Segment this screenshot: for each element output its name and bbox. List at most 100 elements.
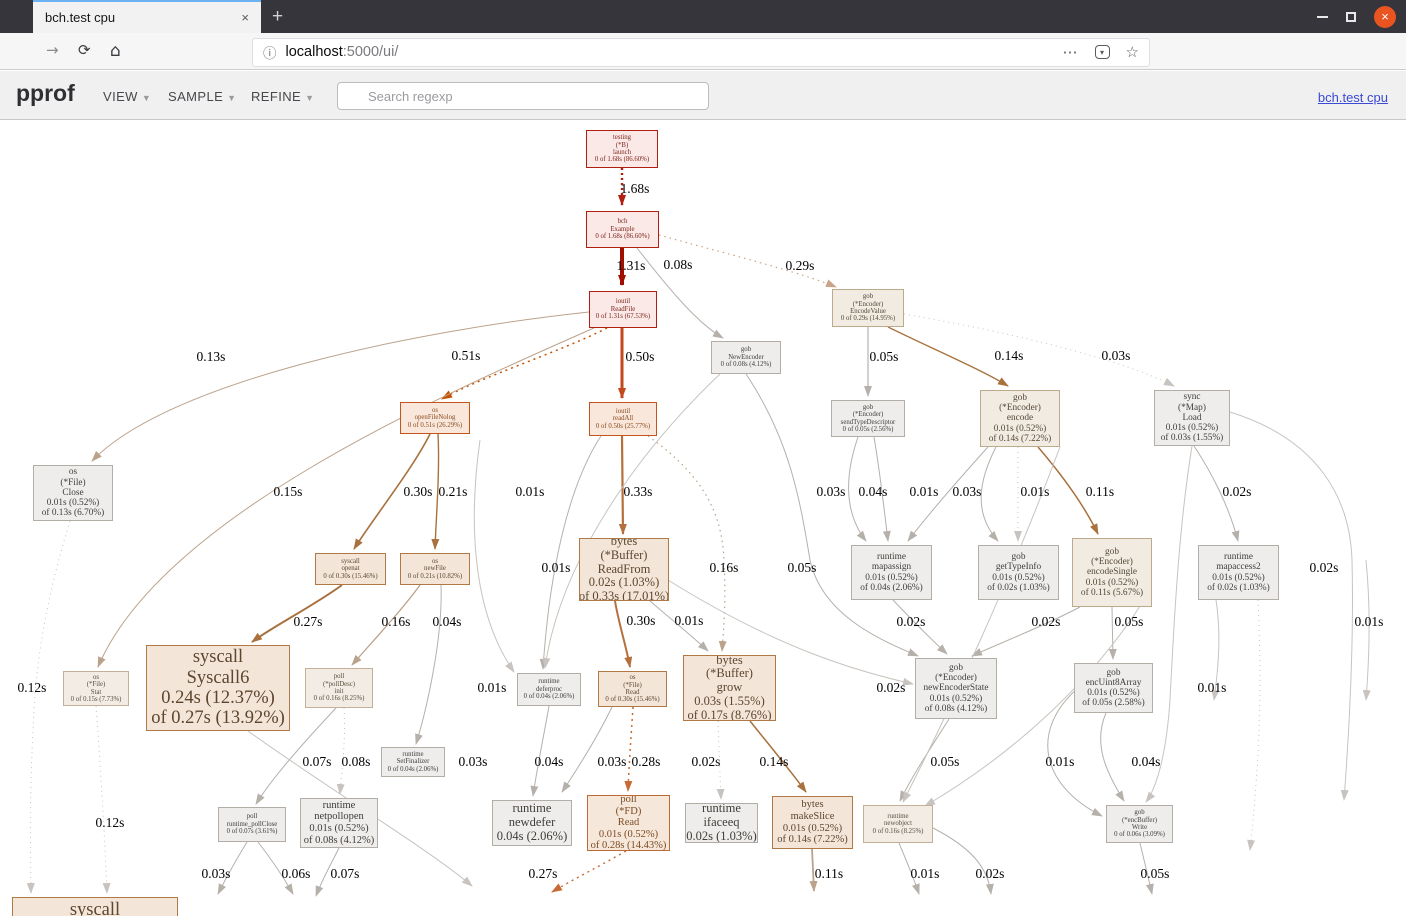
node-runtime-mapaccess2[interactable]: runtime mapaccess2 0.01s (0.52%) of 0.02s (… xyxy=(1198,545,1279,600)
node-poll-polldesc-init[interactable]: poll (*pollDesc) init 0 of 0.16s (8.25%) xyxy=(305,668,373,708)
node-text-line: Write xyxy=(1131,824,1148,831)
node-text-line: (*Encoder) xyxy=(935,673,977,684)
node-runtime-deferproc[interactable]: runtime deferproc 0 of 0.04s (2.06%) xyxy=(517,673,581,706)
node-os-newfile[interactable]: os newFile 0 of 0.21s (10.82%) xyxy=(400,553,470,585)
new-tab-button[interactable]: + xyxy=(272,4,283,30)
edge-label: 0.07s xyxy=(302,754,332,769)
url-bar[interactable]: ⓘ localhost :5000/ui/ ⋯ ▾ ☆ xyxy=(252,37,1150,67)
node-text-line: 0.01s (0.52%) xyxy=(929,693,983,704)
node-runtime-mapassign[interactable]: runtime mapassign 0.01s (0.52%) of 0.04s (2… xyxy=(851,545,932,600)
node-testing-launch[interactable]: testing (*B) launch 0 of 1.68s (86.60%) xyxy=(586,130,658,168)
node-text-line: poll xyxy=(246,813,258,821)
node-text-line: encodeSingle xyxy=(1086,567,1138,578)
node-text-line: 0.01s (0.52%) xyxy=(46,498,100,509)
edge-label: 0.11s xyxy=(814,866,844,881)
graph-edge xyxy=(1108,606,1117,660)
pocket-icon[interactable]: ▾ xyxy=(1094,45,1110,59)
node-text-line: gob xyxy=(1013,392,1027,403)
node-text-line: runtime xyxy=(887,812,909,820)
edge-label: 0.03s xyxy=(952,484,982,499)
node-text-line: (*Encoder) xyxy=(852,300,884,308)
home-icon[interactable]: ⌂ xyxy=(110,41,121,61)
url-path: :5000/ui/ xyxy=(342,44,399,60)
node-text-line: sync xyxy=(1183,392,1201,403)
window-close-icon[interactable]: × xyxy=(1374,5,1396,28)
node-text-line: 0 of 0.06s (3.09%) xyxy=(1114,831,1165,839)
node-os-file-close[interactable]: os (*File) Close 0.01s (0.52%) of 0.13s (6.7… xyxy=(33,465,113,521)
search-input[interactable] xyxy=(337,82,709,110)
node-text-line: of 0.02s (1.03%) xyxy=(987,582,1050,593)
node-gob-encodesingle[interactable]: gob (*Encoder) encodeSingle 0.01s (0.52%) of… xyxy=(1072,538,1152,607)
page-actions-icon[interactable]: ⋯ xyxy=(1063,43,1079,61)
edge-label: 0.01s xyxy=(1354,614,1384,629)
node-gob-encodevalue[interactable]: gob (*Encoder) EncodeValue 0 of 0.29s (14.9… xyxy=(832,289,904,327)
bookmark-star-icon[interactable]: ☆ xyxy=(1126,43,1139,61)
node-bytes-makeslice[interactable]: bytes makeSlice 0.01s (0.52%) of 0.14s (7.2… xyxy=(772,796,853,849)
node-gob-newencoder[interactable]: gob NewEncoder 0 of 0.08s (4.12%) xyxy=(711,341,781,374)
node-text-line: init xyxy=(334,688,344,695)
node-text-line: gob xyxy=(862,403,874,411)
maximize-icon[interactable] xyxy=(1346,11,1356,22)
node-bytes-buffer-grow[interactable]: bytes (*Buffer) grow 0.03s (1.55%) of 0.17s … xyxy=(683,655,776,721)
node-text-line: 0.01s (0.52%) xyxy=(992,572,1045,583)
site-info-icon[interactable]: ⓘ xyxy=(263,42,277,62)
reload-icon[interactable]: ⟳ xyxy=(78,41,91,59)
node-os-openfilenolog[interactable]: os openFileNolog 0 of 0.51s (26.29%) xyxy=(400,402,470,434)
node-sync-map-load[interactable]: sync (*Map) Load 0.01s (0.52%) of 0.03s (1.5… xyxy=(1154,390,1230,446)
node-ioutil-readall[interactable]: ioutil readAll 0 of 0.50s (25.77%) xyxy=(589,402,657,436)
node-text-line: 0.01s (0.52%) xyxy=(1085,577,1139,588)
node-poll-runtime-pollclose[interactable]: poll runtime_pollClose 0 of 0.07s (3.61%) xyxy=(218,807,286,842)
node-text-line: sendTypeDescriptor xyxy=(840,418,896,426)
node-gob-encbuffer-write[interactable]: gob (*encBuffer) Write 0 of 0.06s (3.09%) xyxy=(1106,805,1173,843)
node-os-file-read[interactable]: os (*File) Read 0 of 0.30s (15.46%) xyxy=(598,671,667,707)
chevron-down-icon: ▼ xyxy=(141,93,152,103)
node-syscall-partial[interactable]: syscall xyxy=(12,897,178,916)
edge-label: 0.16s xyxy=(709,560,739,575)
edge-label: 0.01s xyxy=(541,560,571,575)
node-text-line: 0 of 0.15s (7.73%) xyxy=(70,695,122,703)
node-text-line: 0.03s (1.55%) xyxy=(694,693,765,708)
node-gob-newencoderstate[interactable]: gob (*Encoder) newEncoderState 0.01s (0.52%… xyxy=(915,658,997,719)
node-gob-gettypeinfo[interactable]: gob getTypeInfo 0.01s (0.52%) of 0.02s (1.0… xyxy=(978,545,1059,600)
graph-edge xyxy=(932,827,994,895)
node-syscall-openat[interactable]: syscall openat 0 of 0.30s (15.46%) xyxy=(315,553,386,585)
node-text-line: of 0.17s (8.76%) xyxy=(687,707,772,721)
node-bch-example[interactable]: bch Example 0 of 1.68s (86.60%) xyxy=(586,211,659,248)
node-runtime-netpollopen[interactable]: runtime netpollopen 0.01s (0.52%) of 0.08s … xyxy=(300,798,378,848)
node-text-line: (*Map) xyxy=(1178,402,1206,413)
node-text-line: os xyxy=(92,673,100,681)
node-text-line: poll xyxy=(620,795,637,806)
tab-close-icon[interactable]: × xyxy=(237,10,253,25)
node-runtime-setfinalizer[interactable]: runtime SetFinalizer 0 of 0.04s (2.06%) xyxy=(381,747,445,777)
browser-tab[interactable]: bch.test cpu × xyxy=(33,0,261,33)
node-poll-fd-read[interactable]: poll (*FD) Read 0.01s (0.52%) of 0.28s (14.4… xyxy=(587,795,670,851)
edge-label: 0.01s xyxy=(1020,484,1050,499)
profile-link[interactable]: bch.test cpu xyxy=(1318,90,1388,105)
node-runtime-ifaceeq[interactable]: runtime ifaceeq 0.02s (1.03%) xyxy=(685,803,758,843)
menu-sample[interactable]: SAMPLE ▼ xyxy=(168,89,236,104)
edge-label: 0.50s xyxy=(625,349,655,364)
node-text-line: os xyxy=(431,557,439,565)
node-gob-encuint8array[interactable]: gob encUint8Array 0.01s (0.52%) of 0.05s (2… xyxy=(1074,663,1153,713)
node-runtime-newobject[interactable]: runtime newobject 0 of 0.16s (8.25%) xyxy=(863,805,933,843)
minimize-icon[interactable] xyxy=(1317,15,1328,18)
node-gob-encode[interactable]: gob (*Encoder) encode 0.01s (0.52%) of 0.14s… xyxy=(980,390,1060,447)
graph-edge xyxy=(1145,445,1193,803)
node-text-line: (*Encoder) xyxy=(1091,557,1133,568)
node-runtime-newdefer[interactable]: runtime newdefer 0.04s (2.06%) xyxy=(492,800,572,846)
forward-icon[interactable]: → xyxy=(46,41,59,59)
edge-label: 0.05s xyxy=(1114,614,1144,629)
node-text-line: runtime xyxy=(402,750,424,758)
edge-label: 0.02s xyxy=(876,680,906,695)
node-bytes-buffer-readfrom[interactable]: bytes (*Buffer) ReadFrom 0.02s (1.03%) of 0.… xyxy=(579,538,669,601)
menu-refine[interactable]: REFINE ▼ xyxy=(251,89,314,104)
node-os-file-stat[interactable]: os (*File) Stat 0 of 0.15s (7.73%) xyxy=(63,671,129,706)
node-syscall-syscall6[interactable]: syscall Syscall6 0.24s (12.37%) of 0.27s (1… xyxy=(146,645,290,731)
edge-label: 0.02s xyxy=(896,614,926,629)
node-ioutil-readfile[interactable]: ioutil ReadFile 0 of 1.31s (67.53%) xyxy=(589,291,657,328)
node-gob-sendtypedescriptor[interactable]: gob (*Encoder) sendTypeDescriptor 0 of 0.05… xyxy=(831,400,905,437)
node-text-line: of 0.03s (1.55%) xyxy=(1160,433,1224,444)
node-text-line: syscall xyxy=(69,899,121,916)
menu-view[interactable]: VIEW ▼ xyxy=(103,89,151,104)
edge-label: 0.01s xyxy=(909,484,939,499)
